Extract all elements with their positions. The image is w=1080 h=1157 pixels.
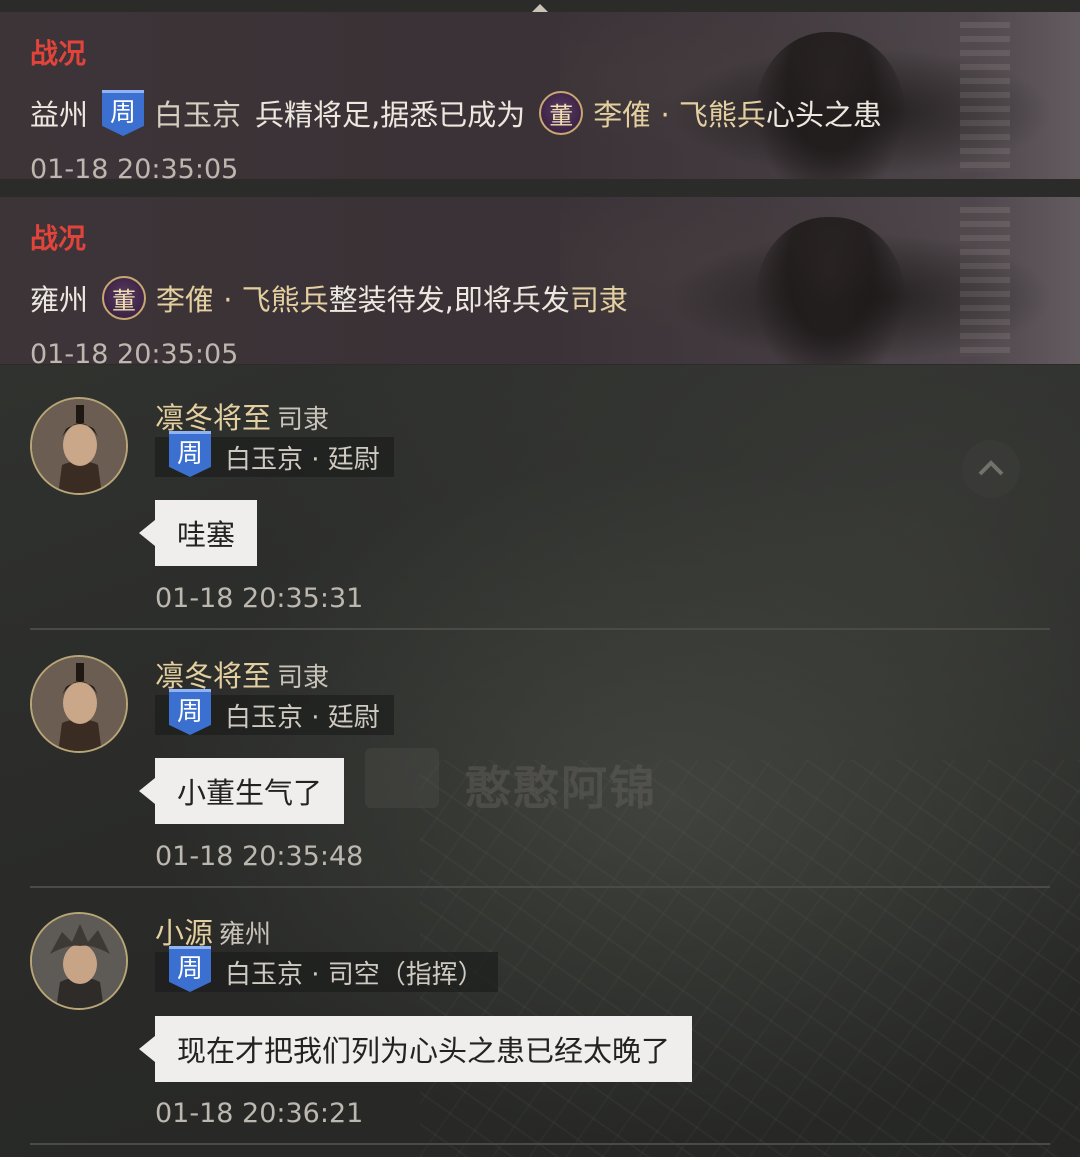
affiliation-tag: 周 白玉京 · 廷尉 xyxy=(155,689,394,735)
message-divider xyxy=(30,628,1050,630)
war-enemy[interactable]: 李傕 · 飞熊兵 xyxy=(593,92,766,134)
faction-seal-icon: 董 xyxy=(102,276,147,320)
user-location: 司隶 xyxy=(277,663,330,693)
user-location: 司隶 xyxy=(277,405,330,435)
war-report: 战况 雍州 董 李傕 · 飞熊兵 整装待发,即将兵发 司隶 01-18 20:3… xyxy=(0,197,1080,364)
message-bubble[interactable]: 现在才把我们列为心头之患已经太晚了 xyxy=(138,1016,693,1082)
message-time: 01-18 20:35:31 xyxy=(155,583,364,614)
user-name[interactable]: 凛冬将至 司隶 xyxy=(155,395,329,437)
general-portrait-icon xyxy=(32,657,126,751)
general-portrait-icon xyxy=(32,399,126,493)
user-location: 雍州 xyxy=(219,920,272,950)
war-report-title: 战况 xyxy=(30,222,87,255)
user-name-text: 小源 xyxy=(155,916,214,950)
affiliation-text: 白玉京 · 司空（指挥） xyxy=(225,959,484,990)
avatar[interactable] xyxy=(30,655,128,753)
war-report-text: 益州 周 白玉京 兵精将足,据悉已成为 董 李傕 · 飞熊兵 心头之患 xyxy=(30,90,882,136)
war-art-tower xyxy=(960,22,1010,172)
war-region: 雍州 xyxy=(30,283,89,317)
user-name[interactable]: 凛冬将至 司隶 xyxy=(155,653,329,695)
message-divider xyxy=(30,886,1050,888)
war-target[interactable]: 司隶 xyxy=(570,277,628,319)
watermark-seal xyxy=(365,748,439,808)
scroll-up-button[interactable] xyxy=(962,440,1020,498)
user-name-text: 凛冬将至 xyxy=(155,401,272,435)
message-time: 01-18 20:36:21 xyxy=(155,1098,364,1129)
faction-banner-icon: 周 xyxy=(169,946,211,992)
message-time: 01-18 20:35:48 xyxy=(155,841,364,872)
war-report-time: 01-18 20:35:05 xyxy=(30,154,239,179)
war-report-time: 01-18 20:35:05 xyxy=(30,339,239,364)
general-portrait-icon xyxy=(32,914,126,1008)
message-bubble[interactable]: 小董生气了 xyxy=(138,758,345,824)
faction-banner-icon: 周 xyxy=(102,90,145,136)
watermark: 憨憨阿锦 xyxy=(465,761,657,815)
affiliation-text: 白玉京 · 廷尉 xyxy=(225,702,380,733)
war-text-end: 心头之患 xyxy=(765,98,882,132)
war-text: 整装待发,即将兵发 xyxy=(328,283,570,317)
faction-banner-icon: 周 xyxy=(169,431,211,477)
affiliation-tag: 周 白玉京 · 廷尉 xyxy=(155,431,394,477)
affiliation-text: 白玉京 · 廷尉 xyxy=(225,444,380,475)
faction-seal-icon: 董 xyxy=(539,91,584,135)
affiliation-tag: 周 白玉京 · 司空（指挥） xyxy=(155,946,498,992)
user-name[interactable]: 小源 雍州 xyxy=(155,910,271,952)
war-enemy[interactable]: 李傕 · 飞熊兵 xyxy=(156,277,329,319)
war-art-tower xyxy=(960,207,1010,357)
message-divider xyxy=(30,1143,1050,1145)
avatar[interactable] xyxy=(30,397,128,495)
user-name-text: 凛冬将至 xyxy=(155,659,272,693)
war-report-title: 战况 xyxy=(30,37,87,70)
war-report: 战况 益州 周 白玉京 兵精将足,据悉已成为 董 李傕 · 飞熊兵 心头之患 0… xyxy=(0,12,1080,179)
war-art-general xyxy=(755,217,905,364)
war-region: 益州 xyxy=(30,98,89,132)
war-text: 兵精将足,据悉已成为 xyxy=(255,98,526,132)
faction-banner-icon: 周 xyxy=(169,689,211,735)
chevron-up-icon xyxy=(978,460,1004,476)
map-grid-texture xyxy=(420,760,1080,1157)
war-report-text: 雍州 董 李傕 · 飞熊兵 整装待发,即将兵发 司隶 xyxy=(30,275,628,321)
message-bubble[interactable]: 哇塞 xyxy=(138,500,258,566)
avatar[interactable] xyxy=(30,912,128,1010)
war-city[interactable]: 白玉京 xyxy=(154,92,241,134)
